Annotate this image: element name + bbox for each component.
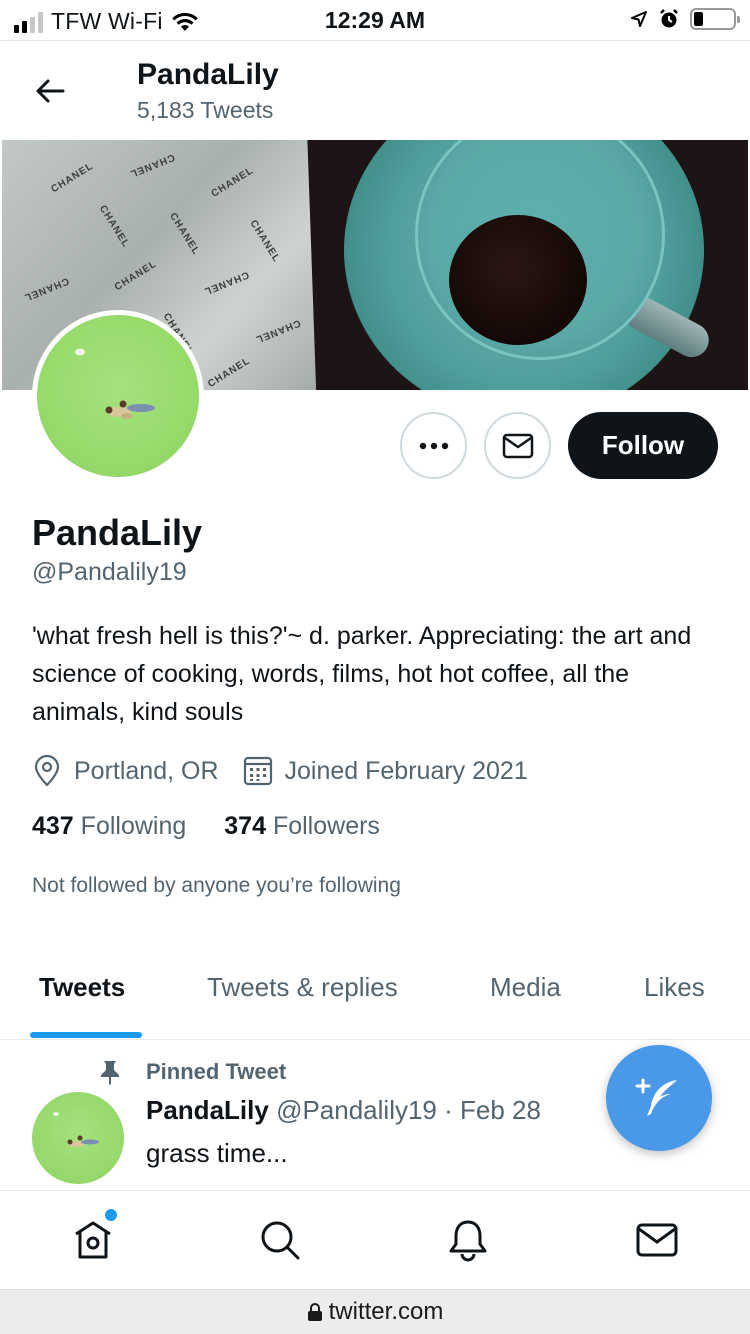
messages-icon: [636, 1223, 678, 1257]
home-notification-dot: [105, 1209, 117, 1221]
tweet-avatar-image: [53, 1112, 99, 1147]
alarm-icon: [660, 9, 678, 28]
avatar-bird: [75, 348, 85, 356]
notifications-icon: [449, 1220, 487, 1262]
tab-tweets[interactable]: Tweets: [39, 972, 125, 1003]
banner-paper-text: CHANEL: [96, 203, 132, 250]
following-count: 437: [32, 812, 74, 840]
tab-media[interactable]: Media: [490, 972, 561, 1003]
back-button[interactable]: [30, 71, 70, 111]
banner-paper-text: CHANEL: [253, 316, 303, 345]
profile-handle: @Pandalily19: [32, 558, 187, 586]
profile-header: PandaLily 5,183 Tweets: [0, 40, 750, 140]
followers-link[interactable]: 374 Followers: [224, 812, 380, 841]
active-tab-indicator: [30, 1032, 142, 1038]
lock-icon: [307, 1303, 322, 1321]
banner-coffee: [449, 215, 587, 345]
more-options-button[interactable]: [400, 412, 467, 479]
location-icon: [631, 11, 647, 27]
compose-tweet-icon: [635, 1078, 677, 1116]
profile-bio: 'what fresh hell is this?'~ d. parker. A…: [32, 622, 692, 726]
location-text: Portland, OR: [74, 756, 219, 785]
banner-paper-text: CHANEL: [201, 268, 251, 297]
calendar-icon: [243, 756, 272, 786]
nav-notifications[interactable]: [443, 1215, 493, 1265]
tweet-author-name[interactable]: PandaLily: [146, 1095, 269, 1125]
joined-text: Joined February 2021: [284, 756, 528, 785]
tab-tweets-replies[interactable]: Tweets & replies: [207, 972, 398, 1003]
pinned-tweet-label: Pinned Tweet: [146, 1059, 287, 1084]
banner-paper-text: CHANEL: [167, 211, 202, 258]
banner-paper-text: CHANEL: [127, 151, 177, 180]
banner-paper-text: CHANEL: [206, 355, 253, 390]
avatar-image: [105, 400, 155, 419]
search-icon: [261, 1221, 300, 1260]
nav-search[interactable]: [255, 1215, 305, 1265]
header-name: PandaLily: [137, 58, 279, 91]
profile-tabs: Tweets Tweets & replies Media Likes: [0, 948, 750, 1040]
bottom-nav: [0, 1190, 750, 1288]
location-pin-icon: [34, 755, 60, 787]
profile-stats: 437 Following 374 Followers: [32, 812, 380, 841]
tweet-handle-date: @Pandalily19 · Feb 28: [276, 1095, 541, 1125]
banner-paper-text: CHANEL: [112, 258, 159, 294]
follow-button[interactable]: Follow: [568, 412, 718, 479]
more-icon: [419, 442, 448, 449]
url-text: twitter.com: [328, 1298, 444, 1325]
profile-location: Portland, OR: [32, 755, 219, 787]
profile-display-name: PandaLily: [32, 512, 203, 553]
nav-messages[interactable]: [632, 1215, 682, 1265]
tweet-text: grass time...: [146, 1138, 288, 1168]
profile-meta: Portland, OR Joined February 2021: [32, 752, 552, 790]
home-icon: [75, 1221, 111, 1259]
battery-icon: [690, 8, 740, 30]
status-bar: TFW Wi-Fi 12:29 AM: [0, 0, 750, 40]
message-button[interactable]: [484, 412, 551, 479]
browser-url-bar[interactable]: twitter.com: [0, 1289, 750, 1334]
banner-paper-text: CHANEL: [22, 274, 71, 304]
pinned-tweet-header: Pinned Tweet: [96, 1058, 286, 1086]
tweet-header: PandaLily @Pandalily19 · Feb 28: [146, 1095, 541, 1126]
pin-icon: [101, 1061, 119, 1085]
tweet-avatar[interactable]: [32, 1092, 124, 1184]
profile-joined: Joined February 2021: [243, 756, 528, 786]
following-label: Following: [80, 812, 187, 840]
compose-tweet-button[interactable]: [606, 1045, 712, 1151]
tab-likes[interactable]: Likes: [644, 972, 705, 1003]
mail-icon: [502, 433, 533, 458]
followers-label: Followers: [272, 812, 380, 840]
banner-paper-text: CHANEL: [209, 165, 256, 200]
following-link[interactable]: 437 Following: [32, 812, 186, 841]
status-right: [630, 8, 740, 30]
back-arrow-icon: [36, 79, 65, 103]
followers-count: 374: [224, 812, 266, 840]
nav-home[interactable]: [68, 1215, 118, 1265]
followed-by-note: Not followed by anyone you’re following: [32, 874, 401, 897]
profile-avatar[interactable]: [32, 310, 204, 482]
header-tweet-count: 5,183 Tweets: [137, 97, 274, 123]
banner-paper-text: CHANEL: [49, 160, 96, 196]
banner-paper-text: CHANEL: [247, 218, 283, 265]
